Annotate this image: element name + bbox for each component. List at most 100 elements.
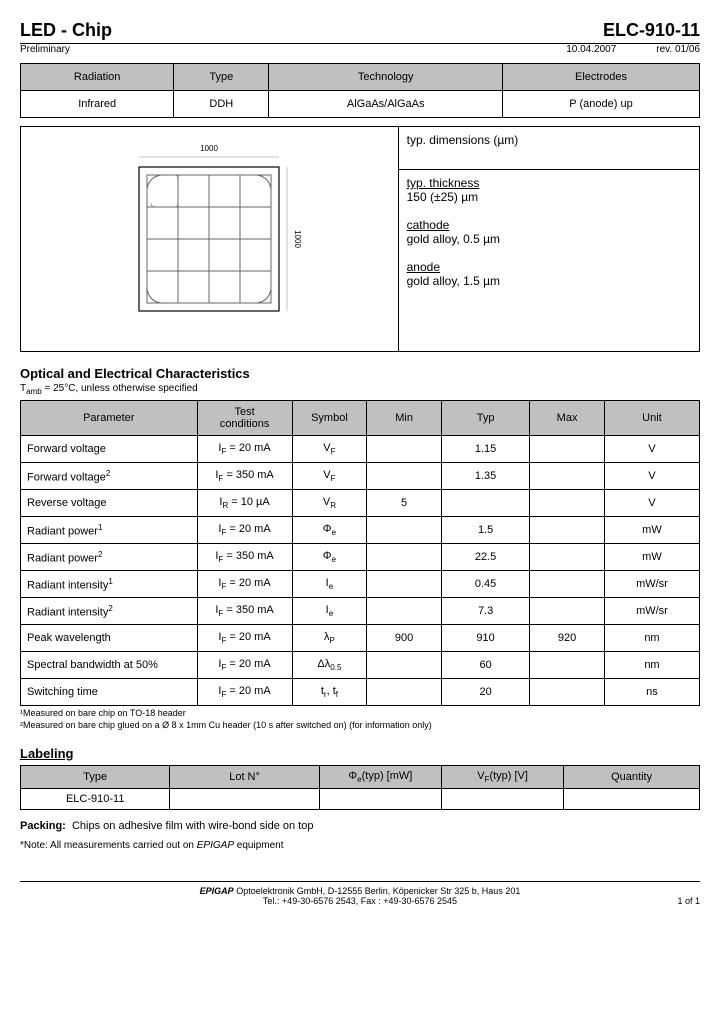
sym-cell: Φe — [292, 517, 367, 544]
cathode-value: gold alloy, 0.5 µm — [407, 232, 691, 246]
max-cell — [530, 652, 605, 679]
characteristics-table: Parameter Testconditions Symbol Min Typ … — [20, 400, 700, 706]
max-cell: 920 — [530, 625, 605, 652]
unit-cell: V — [604, 463, 699, 490]
param-cell: Switching time — [21, 679, 198, 706]
typ-cell: 20 — [441, 679, 529, 706]
cond-cell: IF = 20 mA — [197, 652, 292, 679]
min-cell — [367, 517, 442, 544]
page-footer: EPIGAP Optoelektronik GmbH, D-12555 Berl… — [20, 881, 700, 906]
max-cell — [530, 571, 605, 598]
page-header: LED - Chip ELC-910-11 — [20, 20, 700, 44]
info-header: Technology — [269, 64, 503, 91]
unit-cell: V — [604, 436, 699, 463]
table-row: Radiant intensity1IF = 20 mAIe0.45mW/sr — [21, 571, 700, 598]
footnote-2: ²Measured on bare chip glued on a Ø 8 x … — [20, 720, 700, 730]
sym-cell: VR — [292, 490, 367, 517]
thickness-value: 150 (±25) µm — [407, 190, 691, 204]
min-cell — [367, 571, 442, 598]
unit-cell: ns — [604, 679, 699, 706]
sym-cell: VF — [292, 463, 367, 490]
part-number: ELC-910-11 — [603, 20, 700, 41]
sym-cell: Ie — [292, 598, 367, 625]
min-cell — [367, 463, 442, 490]
min-cell — [367, 544, 442, 571]
labeling-header: VF(typ) [V] — [441, 766, 563, 789]
doc-title: LED - Chip — [20, 20, 112, 41]
sym-cell: λP — [292, 625, 367, 652]
footer-tel: Tel.: +49-30-6576 2543, Fax : +49-30-657… — [20, 896, 700, 906]
max-cell — [530, 544, 605, 571]
table-row: Forward voltageIF = 20 mAVF1.15V — [21, 436, 700, 463]
unit-cell: V — [604, 490, 699, 517]
thickness-label: typ. thickness — [407, 176, 691, 190]
param-cell: Radiant power2 — [21, 544, 198, 571]
dimensions-panel: 1000 1000 typ. dimension — [20, 126, 700, 352]
cathode-label: cathode — [407, 218, 691, 232]
max-cell — [530, 490, 605, 517]
labeling-title: Labeling — [20, 746, 700, 761]
table-row: Forward voltage2IF = 350 mAVF1.35V — [21, 463, 700, 490]
char-header: Parameter — [21, 401, 198, 436]
info-value: P (anode) up — [503, 91, 700, 118]
min-cell — [367, 652, 442, 679]
typ-cell: 1.15 — [441, 436, 529, 463]
cond-cell: IF = 350 mA — [197, 544, 292, 571]
doc-status: Preliminary — [20, 44, 566, 55]
typ-cell: 1.35 — [441, 463, 529, 490]
table-row: Peak wavelengthIF = 20 mAλP900910920nm — [21, 625, 700, 652]
info-value: DDH — [174, 91, 269, 118]
dimensions-text: typ. dimensions (µm) typ. thickness 150 … — [399, 127, 699, 351]
dim-top-label: 1000 — [200, 144, 218, 153]
typ-cell: 22.5 — [441, 544, 529, 571]
info-value: Infrared — [21, 91, 174, 118]
char-header: Max — [530, 401, 605, 436]
typ-cell: 0.45 — [441, 571, 529, 598]
info-header: Radiation — [21, 64, 174, 91]
characteristics-title: Optical and Electrical Characteristics — [20, 366, 700, 381]
table-row: Spectral bandwidth at 50%IF = 20 mAΔλ0.5… — [21, 652, 700, 679]
max-cell — [530, 436, 605, 463]
typ-cell — [441, 490, 529, 517]
cond-cell: IF = 20 mA — [197, 436, 292, 463]
labeling-value — [441, 789, 563, 810]
cond-cell: IF = 20 mA — [197, 679, 292, 706]
info-value: AlGaAs/AlGaAs — [269, 91, 503, 118]
measurement-note: *Note: All measurements carried out on E… — [20, 840, 700, 851]
param-cell: Spectral bandwidth at 50% — [21, 652, 198, 679]
packing-line: Packing: Chips on adhesive film with wir… — [20, 820, 700, 832]
typ-cell: 910 — [441, 625, 529, 652]
dim-side-label: 1000 — [293, 230, 302, 248]
table-row: Radiant intensity2IF = 350 mAIe7.3mW/sr — [21, 598, 700, 625]
labeling-header: Type — [21, 766, 170, 789]
doc-date: 10.04.2007 — [566, 44, 616, 55]
labeling-header: Quantity — [564, 766, 700, 789]
param-cell: Radiant intensity2 — [21, 598, 198, 625]
max-cell — [530, 598, 605, 625]
unit-cell: nm — [604, 652, 699, 679]
subheader: Preliminary 10.04.2007 rev. 01/06 — [20, 44, 700, 55]
packing-text: Chips on adhesive film with wire-bond si… — [72, 820, 314, 832]
page-number: 1 of 1 — [677, 896, 700, 906]
typ-cell: 60 — [441, 652, 529, 679]
table-row: Radiant power1IF = 20 mAΦe1.5mW — [21, 517, 700, 544]
table-row: Reverse voltageIR = 10 µAVR5V — [21, 490, 700, 517]
param-cell: Forward voltage — [21, 436, 198, 463]
labeling-value — [564, 789, 700, 810]
cond-cell: IF = 350 mA — [197, 598, 292, 625]
typ-cell: 7.3 — [441, 598, 529, 625]
table-row: Switching timeIF = 20 mAtr, tf 20 ns — [21, 679, 700, 706]
param-cell: Radiant power1 — [21, 517, 198, 544]
labeling-table: Type Lot N° Φe(typ) [mW] VF(typ) [V] Qua… — [20, 765, 700, 810]
sym-cell: tr, tf — [292, 679, 367, 706]
chip-diagram-svg: 1000 1000 — [99, 139, 319, 339]
characteristics-condition: Tamb = 25°C, unless otherwise specified — [20, 383, 700, 396]
labeling-value: ELC-910-11 — [21, 789, 170, 810]
sym-cell: Φe — [292, 544, 367, 571]
char-header: Min — [367, 401, 442, 436]
char-header: Typ — [441, 401, 529, 436]
param-cell: Reverse voltage — [21, 490, 198, 517]
max-cell — [530, 517, 605, 544]
info-header: Electrodes — [503, 64, 700, 91]
char-header: Unit — [604, 401, 699, 436]
